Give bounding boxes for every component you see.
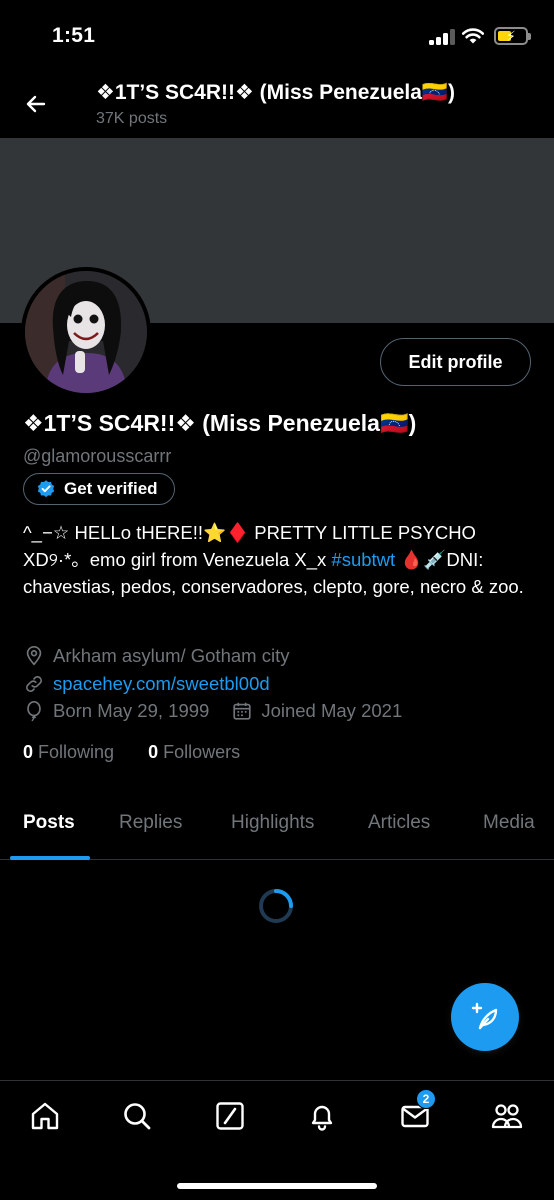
wifi-icon [461,28,485,44]
profile-tabs: Posts Replies Highlights Articles Media [0,798,554,860]
communities-icon [491,1104,523,1129]
follow-counts: 0 Following 0 Followers [23,742,240,763]
bio: ^_−☆ HELLo tHERE!!⭐♦️ PRETTY LITTLE PSYC… [23,519,543,600]
nav-communities[interactable] [490,1099,524,1133]
nav-home[interactable] [28,1099,62,1133]
link-icon [26,676,42,692]
get-verified-label: Get verified [64,479,158,498]
balloon-icon [27,701,41,722]
following-link[interactable]: 0 Following [23,742,114,762]
back-button[interactable] [18,86,54,122]
following-label: Following [33,742,115,762]
search-icon [124,1103,151,1130]
tab-media[interactable]: Media [483,812,535,834]
cellular-signal-icon [429,29,455,45]
home-indicator[interactable] [177,1183,377,1189]
post-count: 37K posts [96,110,168,127]
header-title: ❖1T’S SC4R!!❖ (Miss Penezuela🇻🇪) [96,81,456,104]
grok-icon [216,1102,244,1130]
nav-search[interactable] [120,1099,154,1133]
active-tab-indicator [10,856,90,860]
joined-text: Joined May 2021 [261,700,403,721]
nav-notifications[interactable] [305,1099,339,1133]
notifications-icon [311,1105,333,1131]
dates-row: Born May 29, 1999 Joined May 2021 [23,700,402,722]
followers-link[interactable]: 0 Followers [148,742,240,762]
user-handle: @glamorousscarrr [23,446,172,466]
battery-icon: ⚡ [494,27,531,45]
display-name: ❖1T’S SC4R!!❖ (Miss Penezuela🇻🇪) [23,410,417,436]
get-verified-button[interactable]: Get verified [23,473,175,505]
status-time: 1:51 [52,24,96,47]
messages-badge: 2 [416,1089,436,1109]
status-bar: 1:51 ⚡ [0,0,554,70]
website-row: spacehey.com/sweetbl00d [23,673,270,695]
nav-messages[interactable]: 2 [398,1089,436,1133]
tab-articles[interactable]: Articles [368,812,430,834]
verified-badge-icon [37,480,55,498]
edit-profile-button[interactable]: Edit profile [380,338,531,386]
bio-hashtag-link[interactable]: #subtwt [331,549,395,570]
loading-spinner-icon [259,889,293,923]
calendar-icon [233,702,251,720]
following-count: 0 [23,742,34,762]
nav-grok[interactable] [213,1099,247,1133]
compose-feather-icon [471,1002,498,1030]
avatar[interactable] [21,267,151,397]
home-icon [31,1102,59,1130]
tab-highlights[interactable]: Highlights [231,812,314,834]
location-text: Arkham asylum/ Gotham city [53,645,290,666]
arrow-left-icon [26,95,46,113]
tab-posts[interactable]: Posts [23,812,75,834]
bottom-navigation: 2 [0,1080,554,1200]
tab-replies[interactable]: Replies [119,812,182,834]
followers-label: Followers [158,742,241,762]
followers-count: 0 [148,742,159,762]
compose-post-button[interactable] [451,983,519,1051]
location-pin-icon [26,646,42,666]
website-link[interactable]: spacehey.com/sweetbl00d [53,673,270,695]
location-row: Arkham asylum/ Gotham city [23,645,289,667]
birthday-text: Born May 29, 1999 [53,700,210,721]
